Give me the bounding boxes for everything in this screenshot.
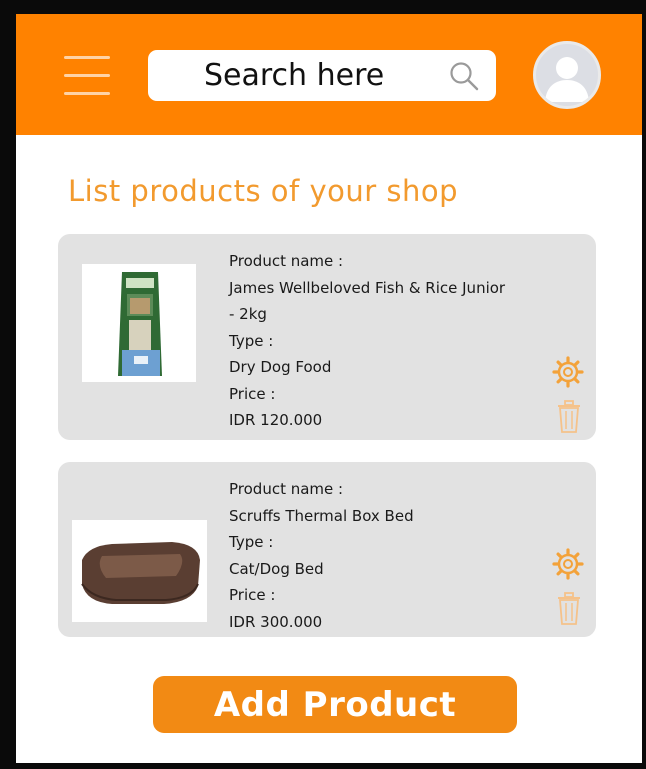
product-price-label: Price :: [229, 384, 276, 403]
product-type-label: Type :: [229, 331, 274, 350]
search-icon[interactable]: [446, 60, 482, 92]
trash-icon[interactable]: [557, 400, 581, 434]
product-info: Product name : James Wellbeloved Fish & …: [229, 248, 569, 434]
product-price-label: Price :: [229, 586, 276, 604]
gear-icon[interactable]: [552, 356, 584, 388]
search-bar: [148, 50, 496, 101]
product-name-label: Product name :: [229, 252, 344, 270]
product-name: Scruffs Thermal Box Bed: [229, 506, 414, 525]
user-avatar-icon[interactable]: [533, 41, 601, 109]
product-name-label: Product name :: [229, 480, 344, 498]
add-product-button[interactable]: Add Product: [153, 676, 517, 733]
product-card: Product name : Scruffs Thermal Box Bed T…: [58, 462, 596, 637]
trash-icon[interactable]: [557, 592, 581, 626]
product-type-label: Type :: [229, 533, 274, 551]
product-image: [72, 520, 207, 622]
app-frame: List products of your shop Product name …: [0, 0, 646, 769]
search-input[interactable]: [204, 55, 444, 95]
hamburger-menu-icon[interactable]: [64, 54, 110, 98]
product-name-continued: - 2kg: [229, 305, 267, 323]
product-type: Dry Dog Food: [229, 358, 332, 376]
product-type: Cat/Dog Bed: [229, 559, 324, 578]
product-price: IDR 300.000: [229, 612, 323, 631]
pet-bed-image: [81, 542, 200, 604]
page-title: List products of your shop: [68, 174, 459, 208]
product-name: James Wellbeloved Fish & Rice Junior: [229, 278, 506, 297]
gear-icon[interactable]: [552, 548, 584, 580]
product-image: [82, 264, 196, 382]
product-info: Product name : Scruffs Thermal Box Bed T…: [229, 476, 569, 635]
product-price: IDR 120.000: [229, 411, 323, 429]
product-card: Product name : James Wellbeloved Fish & …: [58, 234, 596, 440]
app-header: [16, 14, 642, 135]
dog-food-bag-image: [118, 272, 162, 376]
